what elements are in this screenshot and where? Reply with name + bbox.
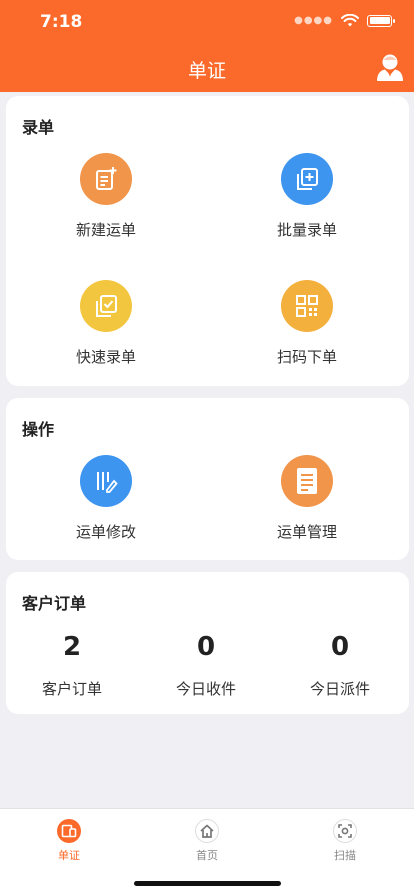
manage-waybill-button[interactable]: 运单管理 bbox=[237, 455, 377, 542]
customer-orders-count: 2 bbox=[62, 632, 82, 662]
scan-order-label: 扫码下单 bbox=[276, 348, 337, 366]
tab-documents-label: 单证 bbox=[58, 849, 80, 862]
tab-home-label: 首页 bbox=[196, 849, 218, 862]
user-avatar-icon[interactable] bbox=[376, 52, 404, 82]
page-title: 单证 bbox=[187, 60, 226, 82]
wifi-icon bbox=[341, 14, 359, 27]
signal-icon: ●●●● bbox=[294, 15, 333, 26]
today-delivered-stat[interactable]: 0 今日派件 bbox=[275, 632, 405, 699]
manage-waybill-icon bbox=[281, 455, 333, 507]
edit-waybill-button[interactable]: 运单修改 bbox=[36, 455, 176, 542]
scan-icon bbox=[333, 819, 357, 843]
battery-icon bbox=[367, 14, 395, 27]
today-received-count: 0 bbox=[196, 632, 216, 662]
edit-waybill-label: 运单修改 bbox=[75, 523, 136, 541]
status-bar: 7:18 ●●●● bbox=[0, 0, 414, 44]
new-waybill-button[interactable]: 新建运单 bbox=[36, 153, 176, 240]
scan-order-button[interactable]: 扫码下单 bbox=[237, 280, 377, 367]
status-icons: ●●●● bbox=[294, 14, 395, 27]
home-indicator bbox=[134, 881, 281, 886]
batch-entry-label: 批量录单 bbox=[276, 221, 337, 239]
today-received-stat[interactable]: 0 今日收件 bbox=[141, 632, 271, 699]
today-delivered-count: 0 bbox=[330, 632, 350, 662]
batch-entry-button[interactable]: 批量录单 bbox=[237, 153, 377, 240]
status-time: 7:18 bbox=[40, 12, 83, 32]
nav-bar: 单证 bbox=[0, 44, 414, 92]
tab-documents[interactable]: 单证 bbox=[29, 819, 109, 863]
new-waybill-icon bbox=[80, 153, 132, 205]
orders-section-title: 客户订单 bbox=[22, 594, 87, 613]
tab-scan-label: 扫描 bbox=[334, 849, 356, 862]
customer-orders-stat[interactable]: 2 客户订单 bbox=[7, 632, 137, 699]
quick-entry-icon bbox=[80, 280, 132, 332]
document-icon bbox=[57, 819, 81, 843]
operation-card: 操作 运单修改 运单管理 bbox=[6, 398, 409, 560]
today-received-label: 今日收件 bbox=[175, 680, 236, 698]
customer-orders-label: 客户订单 bbox=[41, 680, 102, 698]
quick-entry-label: 快速录单 bbox=[75, 348, 136, 366]
new-waybill-label: 新建运单 bbox=[75, 221, 136, 239]
batch-entry-icon bbox=[281, 153, 333, 205]
quick-entry-button[interactable]: 快速录单 bbox=[36, 280, 176, 367]
edit-waybill-icon bbox=[80, 455, 132, 507]
today-delivered-label: 今日派件 bbox=[309, 680, 370, 698]
manage-waybill-label: 运单管理 bbox=[276, 523, 337, 541]
entry-section-title: 录单 bbox=[22, 118, 55, 137]
tab-scan[interactable]: 扫描 bbox=[305, 819, 385, 863]
qr-code-icon bbox=[281, 280, 333, 332]
operation-section-title: 操作 bbox=[22, 420, 55, 439]
home-icon bbox=[195, 819, 219, 843]
entry-card: 录单 新建运单 批量录单 快速录单 扫码下单 bbox=[6, 96, 409, 386]
tab-home[interactable]: 首页 bbox=[167, 819, 247, 863]
orders-card: 客户订单 2 客户订单 0 今日收件 0 今日派件 bbox=[6, 572, 409, 714]
